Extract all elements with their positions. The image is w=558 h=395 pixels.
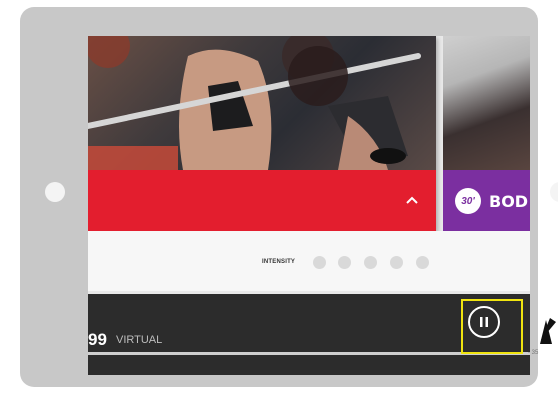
- intensity-dot: [416, 256, 429, 269]
- class-photo-squat: [88, 36, 436, 170]
- pointer-arrow-icon: [540, 318, 556, 344]
- player-bar: 99 VIRTUAL: [88, 294, 530, 375]
- duration-badge: 30': [455, 188, 481, 214]
- intensity-dot: [313, 256, 326, 269]
- class-photo-next: [443, 36, 530, 170]
- tablet-home-button-right: [550, 182, 558, 202]
- intensity-row: INTENSITY: [88, 231, 530, 291]
- progress-bar[interactable]: [88, 352, 530, 355]
- tablet-home-button-left: [45, 182, 65, 202]
- intensity-dot: [338, 256, 351, 269]
- intensity-label: INTENSITY: [262, 259, 296, 265]
- time-remaining: - 35: [528, 350, 539, 356]
- class-card-next[interactable]: 30' BOD: [443, 36, 530, 231]
- class-card-footer-next: 30' BOD: [443, 170, 530, 231]
- class-type-label: VIRTUAL: [116, 334, 163, 346]
- chevron-up-icon[interactable]: [404, 192, 420, 208]
- class-card-featured[interactable]: [88, 36, 436, 231]
- intensity-dot: [364, 256, 377, 269]
- pause-icon: [480, 317, 488, 327]
- class-card-footer: [88, 170, 436, 231]
- intensity-dot: [390, 256, 403, 269]
- class-count: 99: [88, 330, 107, 349]
- app-screen: 30' BOD INTENSITY 99 VIRTUAL: [88, 36, 530, 375]
- pause-button[interactable]: [468, 306, 500, 338]
- class-title: BOD: [489, 192, 529, 211]
